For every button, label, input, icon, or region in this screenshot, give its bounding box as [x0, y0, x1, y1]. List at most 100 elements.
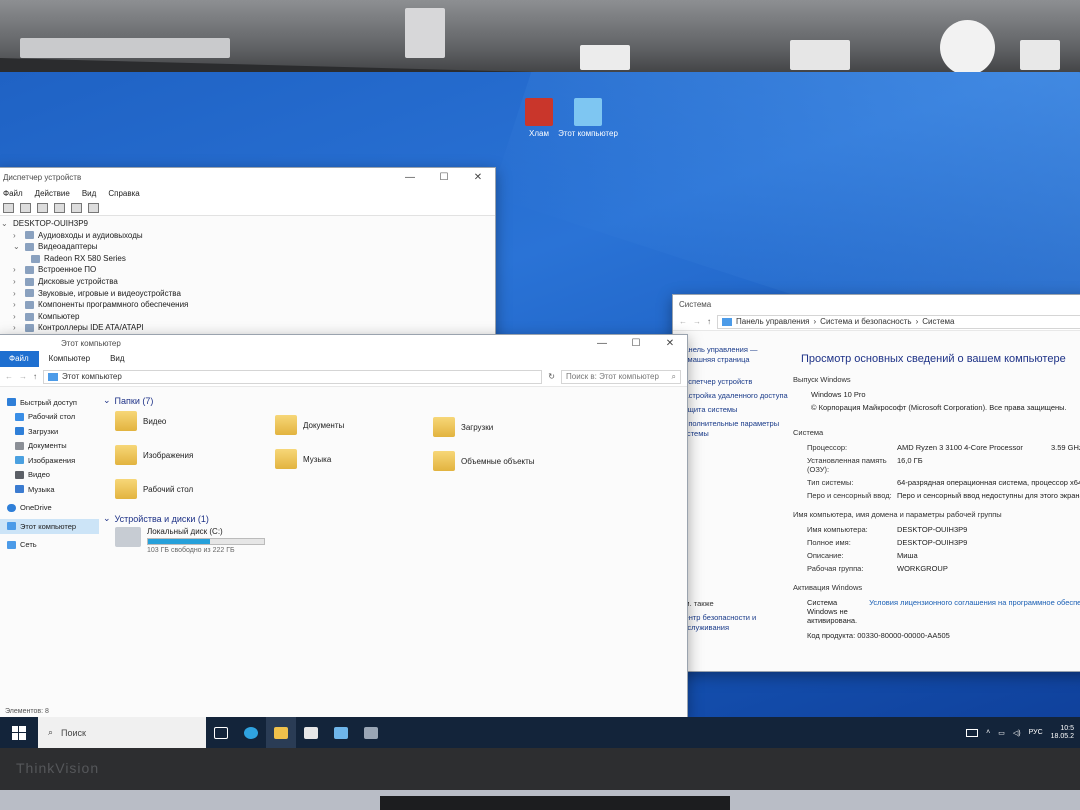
address-bar: ← → ↑ Панель управления › Система и безоп… — [673, 313, 1080, 331]
device-manager-window[interactable]: Диспетчер устройств — ☐ ✕ Файл Действие … — [0, 167, 496, 347]
maximize-button[interactable]: ☐ — [619, 338, 653, 349]
tree-root[interactable]: ⌄ DESKTOP-OUIH3P9 — [1, 218, 491, 230]
close-button[interactable]: ✕ — [461, 172, 495, 183]
nav-onedrive[interactable]: OneDrive — [0, 501, 99, 516]
tree-item[interactable]: › Встроенное ПО — [1, 264, 491, 276]
forward-icon[interactable]: → — [19, 372, 27, 381]
desktop-icon-this-pc[interactable]: Этот компьютер — [553, 98, 623, 138]
nav-downloads[interactable]: Загрузки — [0, 424, 99, 439]
nav-network[interactable]: Сеть — [0, 538, 99, 553]
taskbar-explorer[interactable] — [266, 717, 296, 748]
tree-item[interactable]: ⌄ Видеоадаптеры — [1, 241, 491, 253]
tree-item[interactable]: › Компьютер — [1, 311, 491, 323]
network-icon[interactable]: ▭ — [998, 729, 1005, 737]
tree-item[interactable]: Radeon RX 580 Series — [1, 253, 491, 265]
tree-item[interactable]: › Дисковые устройства — [1, 276, 491, 288]
maximize-button[interactable]: ☐ — [427, 172, 461, 183]
menu-action[interactable]: Действие — [35, 189, 70, 198]
minimize-button[interactable]: — — [393, 172, 427, 183]
taskbar-edge[interactable] — [236, 717, 266, 748]
update-driver-icon[interactable] — [71, 202, 82, 213]
breadcrumb-item[interactable]: Система — [922, 317, 954, 326]
title-bar[interactable]: Диспетчер устройств — ☐ ✕ — [0, 168, 495, 186]
taskbar-system[interactable] — [326, 717, 356, 748]
link-system-protection[interactable]: Защита системы — [679, 405, 789, 415]
folder-icon — [433, 417, 455, 437]
language-indicator[interactable]: РУС — [1029, 729, 1043, 736]
monitor-icon[interactable] — [88, 202, 99, 213]
tree-item[interactable]: › Компоненты программного обеспечения — [1, 299, 491, 311]
clock[interactable]: 10:5 18.05.2 — [1051, 725, 1074, 741]
link-device-manager[interactable]: Диспетчер устройств — [679, 377, 789, 387]
link-remote-settings[interactable]: Настройка удаленного доступа — [679, 391, 789, 401]
computer-icon — [25, 312, 34, 321]
folder-3d-objects[interactable]: Объемные объекты — [433, 451, 535, 471]
close-button[interactable]: ✕ — [653, 338, 687, 349]
chevron-up-icon[interactable]: ˄ — [986, 729, 990, 736]
explorer-window[interactable]: Этот компьютер — ☐ ✕ Файл Компьютер Вид … — [0, 334, 688, 718]
taskbar-store[interactable] — [296, 717, 326, 748]
keyboard-icon[interactable] — [966, 728, 979, 737]
help-icon[interactable] — [54, 202, 65, 213]
folders-group-header[interactable]: ⌄ Папки (7) — [103, 395, 153, 406]
folder-documents[interactable]: Документы — [275, 415, 344, 435]
nav-pictures[interactable]: Изображения — [0, 453, 99, 468]
refresh-icon[interactable]: ↻ — [548, 372, 555, 381]
title-bar[interactable]: Этот компьютер — ☐ ✕ — [0, 335, 687, 351]
menu-view[interactable]: Вид — [82, 189, 96, 198]
system-window[interactable]: Система ← → ↑ Панель управления › Система… — [672, 294, 1080, 672]
copyright: © Корпорация Майкрософт (Microsoft Corpo… — [811, 403, 1067, 412]
taskbar-device-manager[interactable] — [356, 717, 386, 748]
nav-documents[interactable]: Документы — [0, 439, 99, 454]
back-icon[interactable]: ← — [679, 317, 687, 326]
tab-view[interactable]: Вид — [100, 351, 134, 367]
forward-icon[interactable]: → — [693, 317, 701, 326]
tab-computer[interactable]: Компьютер — [39, 351, 100, 367]
license-link[interactable]: Условия лицензионного соглашения на прог… — [869, 598, 1080, 625]
forward-icon[interactable] — [20, 202, 31, 213]
menu-file[interactable]: Файл — [3, 189, 23, 198]
drive-c[interactable]: Локальный диск (C:) 103 ГБ свободно из 2… — [115, 527, 265, 554]
taskbar-search[interactable]: ⌕ Поиск — [38, 717, 206, 748]
breadcrumb[interactable]: Панель управления › Система и безопасност… — [717, 314, 1080, 329]
software-component-icon — [25, 300, 34, 309]
title-bar[interactable]: Система — [673, 295, 1080, 313]
nav-desktop[interactable]: Рабочий стол — [0, 410, 99, 425]
tree-item[interactable]: › Звуковые, игровые и видеоустройства — [1, 288, 491, 300]
minimize-button[interactable]: — — [585, 338, 619, 349]
breadcrumb-item[interactable]: Система и безопасность — [820, 317, 911, 326]
box — [405, 8, 445, 58]
up-icon[interactable]: ↑ — [33, 372, 37, 381]
folder-desktop[interactable]: Рабочий стол — [115, 479, 193, 499]
tab-file[interactable]: Файл — [0, 351, 39, 367]
breadcrumb-item[interactable]: Панель управления — [736, 317, 810, 326]
start-button[interactable] — [0, 717, 38, 748]
tree-item[interactable]: › Аудиовходы и аудиовыходы — [1, 230, 491, 242]
folder-videos[interactable]: Видео — [115, 411, 166, 431]
ribbon-tabs: Файл Компьютер Вид — [0, 351, 687, 367]
link-control-panel-home[interactable]: Панель управления — домашняя страница — [679, 345, 789, 365]
kv-row: Установленная память (ОЗУ): 16,0 ГБ — [807, 456, 1080, 474]
nav-videos[interactable]: Видео — [0, 468, 99, 483]
up-icon[interactable]: ↑ — [707, 317, 711, 326]
folder-label: Документы — [303, 420, 345, 430]
tree-item[interactable]: › Контроллеры IDE ATA/ATAPI — [1, 322, 491, 334]
folder-downloads[interactable]: Загрузки — [433, 417, 493, 437]
volume-icon[interactable]: ◁) — [1013, 729, 1021, 737]
clock-date: 18.05.2 — [1050, 732, 1074, 740]
link-security-center[interactable]: Центр безопасности и обслуживания — [679, 613, 789, 633]
link-advanced-settings[interactable]: Дополнительные параметры системы — [679, 419, 789, 439]
menu-help[interactable]: Справка — [108, 189, 139, 198]
back-icon[interactable] — [3, 202, 14, 213]
drives-group-header[interactable]: ⌄ Устройства и диски (1) — [103, 513, 209, 524]
back-icon[interactable]: ← — [5, 372, 13, 381]
nav-this-pc[interactable]: Этот компьютер — [0, 519, 99, 534]
nav-music[interactable]: Музыка — [0, 482, 99, 497]
search-input[interactable]: Поиск в: Этот компьютер ⌕ — [561, 369, 681, 384]
folder-pictures[interactable]: Изображения — [115, 445, 193, 465]
properties-icon[interactable] — [37, 202, 48, 213]
address-path[interactable]: Этот компьютер — [43, 369, 543, 384]
folder-music[interactable]: Музыка — [275, 449, 331, 469]
nav-quick-access[interactable]: Быстрый доступ — [0, 395, 99, 410]
task-view-button[interactable] — [206, 717, 236, 748]
